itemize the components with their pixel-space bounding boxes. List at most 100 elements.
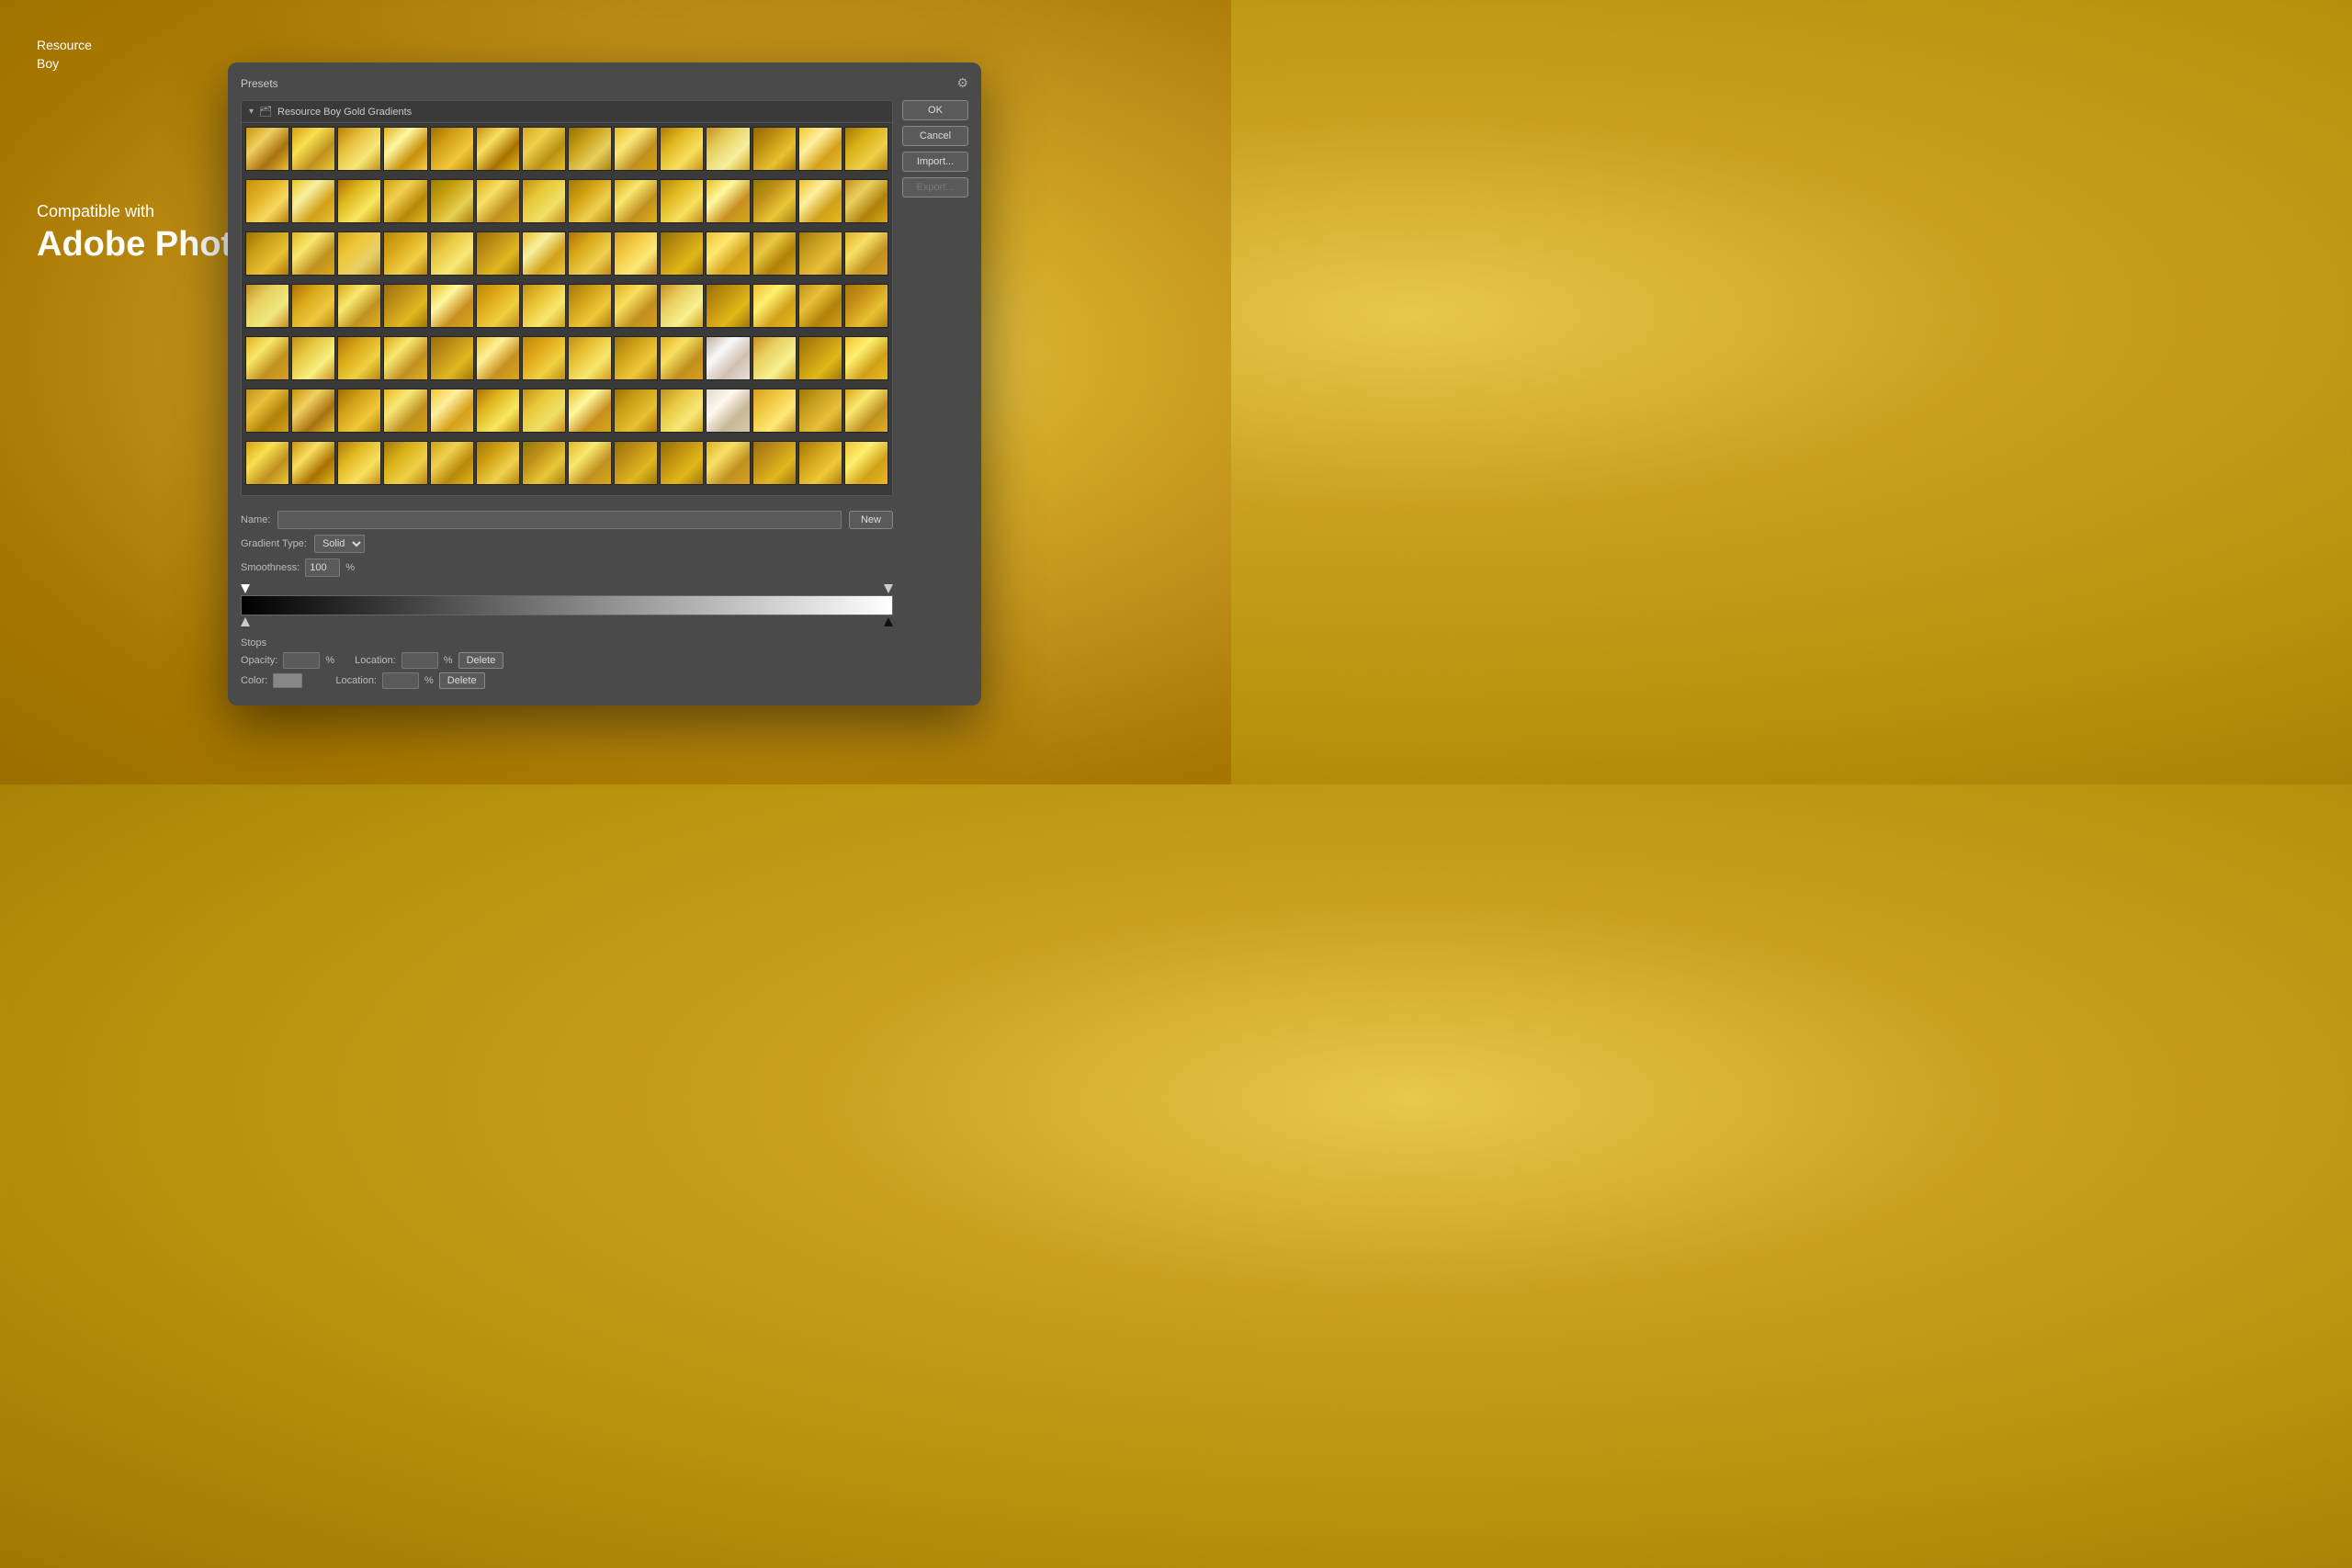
- gradient-item[interactable]: [568, 389, 612, 433]
- folder-collapse-arrow[interactable]: ▾: [249, 107, 254, 117]
- gradient-item[interactable]: [798, 127, 842, 171]
- gradient-item[interactable]: [337, 284, 381, 328]
- gradient-item[interactable]: [568, 284, 612, 328]
- gradient-item[interactable]: [614, 441, 658, 485]
- gradient-item[interactable]: [291, 284, 335, 328]
- gradient-item[interactable]: [660, 231, 704, 276]
- gradient-item[interactable]: [798, 441, 842, 485]
- gradient-item[interactable]: [568, 179, 612, 223]
- gradient-item[interactable]: [752, 441, 797, 485]
- gradient-item[interactable]: [752, 336, 797, 380]
- gradient-item[interactable]: [614, 284, 658, 328]
- gradient-item[interactable]: [337, 179, 381, 223]
- gradient-item[interactable]: [522, 389, 566, 433]
- gradient-item[interactable]: [430, 231, 474, 276]
- color-swatch[interactable]: [273, 673, 302, 688]
- gradient-item[interactable]: [383, 389, 427, 433]
- gradient-item[interactable]: [291, 336, 335, 380]
- gradient-item[interactable]: [476, 231, 520, 276]
- gradient-item[interactable]: [706, 336, 750, 380]
- gradient-item[interactable]: [752, 179, 797, 223]
- gradient-item[interactable]: [245, 127, 289, 171]
- gradient-item[interactable]: [752, 284, 797, 328]
- gradient-item[interactable]: [614, 336, 658, 380]
- gradient-item[interactable]: [430, 127, 474, 171]
- gradient-item[interactable]: [522, 441, 566, 485]
- gradient-item[interactable]: [291, 441, 335, 485]
- gradient-item[interactable]: [245, 231, 289, 276]
- gradient-item[interactable]: [706, 441, 750, 485]
- bottom-stop-right[interactable]: [884, 617, 893, 626]
- gradient-item[interactable]: [383, 284, 427, 328]
- gradient-item[interactable]: [476, 389, 520, 433]
- gradient-item[interactable]: [568, 231, 612, 276]
- gradient-item[interactable]: [844, 284, 888, 328]
- gradient-item[interactable]: [614, 231, 658, 276]
- gradient-item[interactable]: [522, 284, 566, 328]
- gradient-item[interactable]: [245, 179, 289, 223]
- gradient-preview-bar[interactable]: [241, 595, 893, 615]
- gradient-type-select[interactable]: Solid: [314, 535, 365, 553]
- gradient-item[interactable]: [752, 389, 797, 433]
- gear-icon[interactable]: ⚙: [956, 75, 968, 91]
- name-input[interactable]: [277, 511, 842, 529]
- cancel-button[interactable]: Cancel: [902, 126, 968, 146]
- gradient-item[interactable]: [844, 231, 888, 276]
- gradient-item[interactable]: [568, 336, 612, 380]
- export-button[interactable]: Export...: [902, 177, 968, 197]
- gradient-item[interactable]: [291, 389, 335, 433]
- gradient-item[interactable]: [476, 336, 520, 380]
- opacity-input[interactable]: [283, 652, 320, 669]
- new-button[interactable]: New: [849, 511, 893, 529]
- gradient-item[interactable]: [337, 389, 381, 433]
- gradient-item[interactable]: [476, 127, 520, 171]
- gradient-item[interactable]: [383, 179, 427, 223]
- opacity-location-input[interactable]: [401, 652, 438, 669]
- gradient-item[interactable]: [706, 389, 750, 433]
- gradient-item[interactable]: [660, 179, 704, 223]
- gradient-item[interactable]: [522, 336, 566, 380]
- gradient-item[interactable]: [844, 336, 888, 380]
- gradient-item[interactable]: [706, 179, 750, 223]
- gradient-item[interactable]: [337, 336, 381, 380]
- gradient-item[interactable]: [844, 127, 888, 171]
- gradient-item[interactable]: [383, 336, 427, 380]
- gradient-item[interactable]: [706, 127, 750, 171]
- gradient-item[interactable]: [660, 284, 704, 328]
- gradient-item[interactable]: [522, 231, 566, 276]
- top-stop-right[interactable]: [884, 584, 893, 593]
- gradient-item[interactable]: [430, 284, 474, 328]
- gradient-item[interactable]: [706, 284, 750, 328]
- gradient-item[interactable]: [568, 441, 612, 485]
- gradient-item[interactable]: [798, 336, 842, 380]
- gradient-item[interactable]: [476, 284, 520, 328]
- gradient-item[interactable]: [614, 389, 658, 433]
- gradient-item[interactable]: [245, 336, 289, 380]
- gradient-item[interactable]: [614, 179, 658, 223]
- gradient-item[interactable]: [337, 441, 381, 485]
- gradient-item[interactable]: [245, 389, 289, 433]
- bottom-stop-left[interactable]: [241, 617, 250, 626]
- gradient-item[interactable]: [660, 441, 704, 485]
- gradient-item[interactable]: [337, 231, 381, 276]
- gradient-item[interactable]: [245, 284, 289, 328]
- gradient-item[interactable]: [660, 389, 704, 433]
- gradient-item[interactable]: [245, 441, 289, 485]
- color-location-input[interactable]: [382, 672, 419, 689]
- gradient-item[interactable]: [844, 179, 888, 223]
- gradient-item[interactable]: [430, 336, 474, 380]
- gradient-item[interactable]: [522, 179, 566, 223]
- gradient-item[interactable]: [844, 389, 888, 433]
- gradient-item[interactable]: [383, 231, 427, 276]
- gradient-item[interactable]: [798, 231, 842, 276]
- gradient-item[interactable]: [798, 179, 842, 223]
- gradient-item[interactable]: [291, 231, 335, 276]
- gradient-item[interactable]: [291, 179, 335, 223]
- import-button[interactable]: Import...: [902, 152, 968, 172]
- gradient-item[interactable]: [383, 441, 427, 485]
- gradient-item[interactable]: [430, 179, 474, 223]
- opacity-delete-button[interactable]: Delete: [458, 652, 504, 669]
- gradient-item[interactable]: [291, 127, 335, 171]
- gradient-item[interactable]: [798, 389, 842, 433]
- gradient-item[interactable]: [798, 284, 842, 328]
